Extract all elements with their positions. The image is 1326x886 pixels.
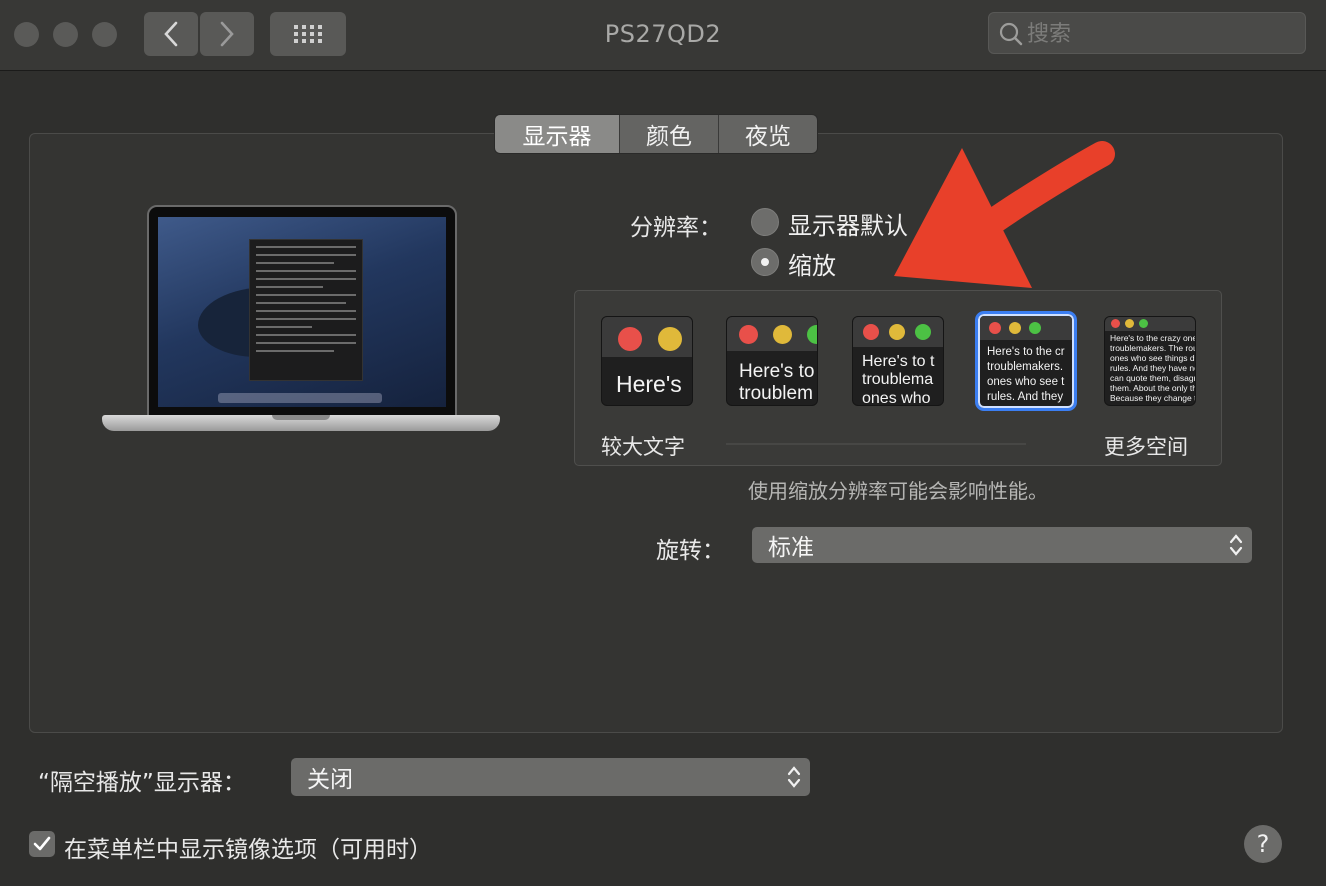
traffic-light-green: [1139, 319, 1148, 328]
search-input[interactable]: [1025, 17, 1299, 51]
traffic-light-yellow: [1125, 319, 1134, 328]
display-preview-image: [102, 205, 500, 437]
traffic-light-red: [739, 325, 758, 344]
tab-night-shift[interactable]: 夜览: [719, 115, 817, 153]
tab-display[interactable]: 显示器: [495, 115, 620, 153]
traffic-light-red: [618, 327, 642, 351]
resolution-scaled-radio[interactable]: [751, 248, 779, 276]
mirror-options-label[interactable]: 在菜单栏中显示镜像选项（可用时）: [64, 830, 432, 864]
traffic-light-yellow: [889, 324, 905, 340]
preview-document-window: [249, 239, 363, 381]
scale-option-3-preview-text: Here's to t troublema ones who: [862, 353, 935, 406]
laptop-notch: [272, 415, 330, 420]
help-button[interactable]: ?: [1244, 825, 1282, 863]
traffic-light-yellow: [1009, 322, 1021, 334]
traffic-light-green: [915, 324, 931, 340]
rotation-select-value: 标准: [768, 535, 814, 561]
window-toolbar: PS27QD2: [0, 0, 1326, 71]
more-space-label: 更多空间: [1104, 435, 1188, 459]
chevron-up-down-icon: [1229, 534, 1243, 556]
traffic-light-red: [863, 324, 879, 340]
tab-color[interactable]: 颜色: [620, 115, 719, 153]
scale-option-5[interactable]: Here's to the crazy one troublemakers. T…: [1104, 316, 1196, 406]
scale-option-1[interactable]: Here's: [601, 316, 693, 406]
rotation-label: 旋转：: [656, 538, 725, 564]
checkmark-icon: [33, 836, 51, 851]
traffic-light-red: [989, 322, 1001, 334]
larger-text-label: 较大文字: [601, 435, 685, 459]
search-box[interactable]: [988, 12, 1306, 54]
resolution-label: 分辨率：: [630, 215, 722, 241]
scale-option-2-preview-text: Here's to troublem: [739, 361, 815, 404]
traffic-light-yellow: [773, 325, 792, 344]
traffic-light-green: [1029, 322, 1041, 334]
scale-option-5-preview-text: Here's to the crazy one troublemakers. T…: [1110, 333, 1195, 403]
traffic-light-green: [807, 325, 817, 344]
preview-dock: [218, 393, 382, 403]
mirror-options-checkbox[interactable]: [29, 831, 55, 857]
airplay-display-select[interactable]: 关闭: [291, 758, 810, 796]
tab-bar: 显示器 颜色 夜览: [494, 114, 818, 154]
resolution-scaled-label[interactable]: 缩放: [788, 246, 836, 281]
laptop-screen: [147, 205, 457, 417]
airplay-display-label: “隔空播放”显示器：: [38, 770, 246, 796]
annotation-arrow-icon: [894, 141, 1115, 288]
scale-option-1-preview-text: Here's: [616, 371, 682, 397]
airplay-display-select-value: 关闭: [307, 767, 353, 793]
resolution-default-radio[interactable]: [751, 208, 779, 236]
performance-note: 使用缩放分辨率可能会影响性能。: [748, 479, 1048, 503]
scale-option-2[interactable]: Here's to troublem: [726, 316, 818, 406]
chevron-up-down-icon: [787, 766, 801, 788]
traffic-light-red: [1111, 319, 1120, 328]
traffic-light-yellow: [658, 327, 682, 351]
search-icon: [999, 22, 1023, 46]
scale-option-4-preview-text: Here's to the cr troublemakers. ones who…: [987, 346, 1065, 403]
scale-divider: [726, 443, 1026, 445]
desktop-wallpaper: [158, 217, 446, 407]
scale-option-4[interactable]: Here's to the cr troublemakers. ones who…: [975, 311, 1077, 411]
scale-option-3[interactable]: Here's to t troublema ones who: [852, 316, 944, 406]
rotation-select[interactable]: 标准: [752, 527, 1252, 563]
